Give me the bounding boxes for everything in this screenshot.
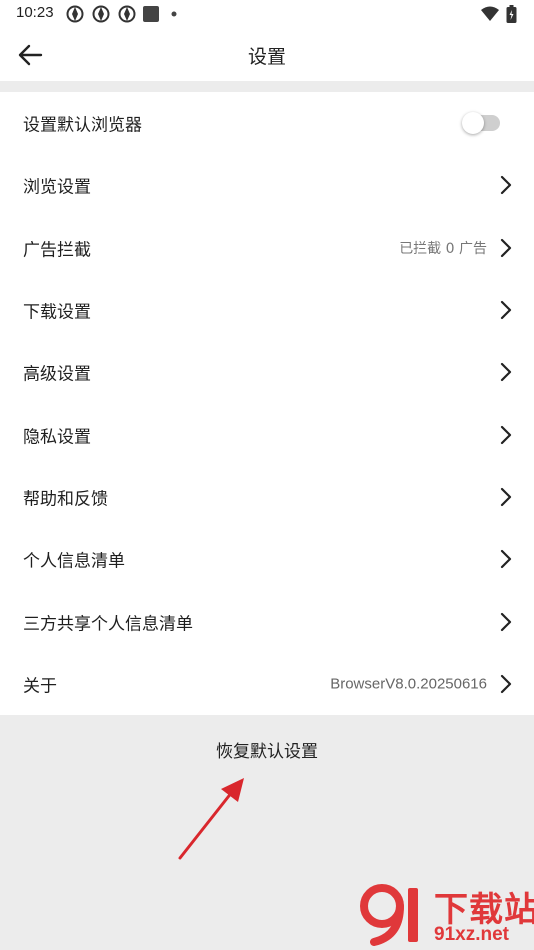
chevron-right-icon (500, 674, 512, 693)
watermark: 下载站 91xz.net (360, 880, 534, 948)
site-logo-icon (360, 884, 418, 946)
app-notification-icon (92, 5, 110, 23)
toggle-knob (462, 112, 484, 135)
setting-label: 下载设置 (23, 302, 91, 323)
setting-privacy[interactable]: 隐私设置 (0, 403, 534, 465)
settings-list: 设置默认浏览器 浏览设置 广告拦截 已拦截 0 广告 下载设置 高级设置 隐私设… (0, 92, 534, 715)
chevron-right-icon (500, 425, 512, 444)
setting-label: 隐私设置 (23, 427, 91, 448)
status-time: 10:23 (16, 4, 54, 21)
setting-download[interactable]: 下载设置 (0, 279, 534, 341)
setting-ad-block[interactable]: 广告拦截 已拦截 0 广告 (0, 217, 534, 279)
version-text: BrowserV8.0.20250616 (330, 675, 487, 693)
wifi-icon (481, 6, 499, 21)
setting-browse[interactable]: 浏览设置 (0, 154, 534, 216)
system-icons (480, 5, 520, 23)
chevron-right-icon (500, 612, 512, 631)
app-notification-icon (66, 5, 84, 23)
setting-label: 广告拦截 (23, 240, 91, 261)
setting-label: 关于 (23, 676, 57, 697)
setting-advanced[interactable]: 高级设置 (0, 341, 534, 403)
setting-label: 高级设置 (23, 364, 91, 385)
square-notification-icon (143, 6, 159, 22)
setting-about[interactable]: 关于 BrowserV8.0.20250616 (0, 653, 534, 715)
setting-label: 浏览设置 (23, 177, 91, 198)
divider (0, 81, 534, 92)
setting-third-party-info-list[interactable]: 三方共享个人信息清单 (0, 590, 534, 652)
setting-personal-info-list[interactable]: 个人信息清单 (0, 528, 534, 590)
setting-label: 个人信息清单 (23, 551, 125, 572)
battery-icon (506, 5, 517, 23)
ad-block-count: 已拦截 0 广告 (399, 240, 487, 257)
more-dot-icon (171, 11, 177, 17)
setting-help-feedback[interactable]: 帮助和反馈 (0, 466, 534, 528)
setting-default-browser[interactable]: 设置默认浏览器 (0, 92, 534, 154)
chevron-right-icon (500, 176, 512, 195)
app-notification-icon (118, 5, 136, 23)
setting-label: 设置默认浏览器 (23, 115, 142, 136)
chevron-right-icon (500, 238, 512, 257)
app-bar: 设置 (0, 28, 534, 81)
status-bar: 10:23 (0, 0, 534, 28)
watermark-domain: 91xz.net (434, 924, 509, 945)
chevron-right-icon (500, 363, 512, 382)
chevron-right-icon (500, 550, 512, 569)
chevron-right-icon (500, 487, 512, 507)
setting-label: 帮助和反馈 (23, 489, 108, 510)
setting-label: 三方共享个人信息清单 (23, 614, 193, 635)
default-browser-toggle[interactable] (462, 112, 500, 135)
restore-defaults-button[interactable]: 恢复默认设置 (0, 737, 534, 767)
annotation-arrow-icon (178, 778, 244, 860)
page-title: 设置 (247, 46, 286, 68)
chevron-right-icon (500, 300, 512, 320)
